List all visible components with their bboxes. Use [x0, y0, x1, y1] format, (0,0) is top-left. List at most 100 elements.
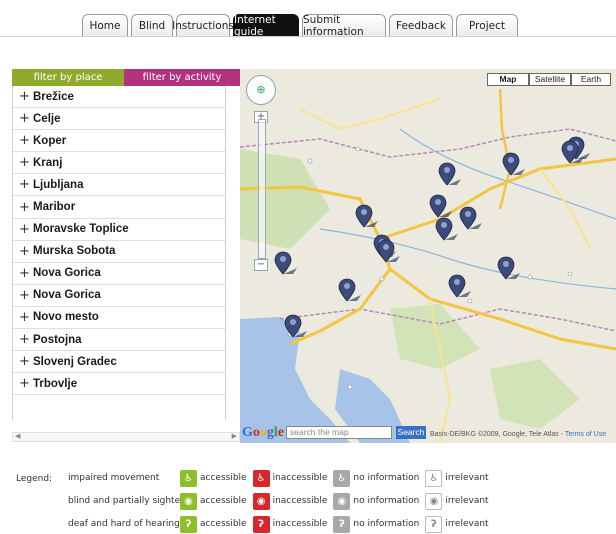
- expand-plus-icon[interactable]: +: [19, 133, 33, 148]
- map-search-input[interactable]: search the map: [286, 426, 392, 439]
- map-type-map-button[interactable]: Map: [487, 73, 529, 86]
- expand-plus-icon[interactable]: +: [19, 266, 33, 281]
- place-item[interactable]: + Postojna: [13, 329, 225, 352]
- filter-by-place-tab[interactable]: filter by place: [12, 69, 124, 86]
- tab-blind[interactable]: Blind: [131, 14, 173, 36]
- place-item[interactable]: + Brežice: [13, 86, 225, 109]
- ear-inaccessible-icon: ʔ: [252, 515, 270, 533]
- map-view[interactable]: ⊕ + − Map Satellite Earth Google search …: [240, 69, 616, 443]
- eye-irrelevant-icon: ◉: [425, 492, 443, 510]
- map-canvas: [240, 69, 616, 443]
- map-search-button[interactable]: Search: [396, 426, 426, 439]
- attribution-text: Basis-DE/BKG ©2009, Google, Tele Atlas -: [430, 431, 564, 438]
- tab-divider: [0, 36, 616, 37]
- google-logo: Google: [242, 425, 284, 440]
- tab-internet-guide[interactable]: Internet guide: [233, 14, 299, 38]
- legend-label: inaccessible: [272, 496, 328, 506]
- filter-by-activity-tab[interactable]: filter by activity: [124, 69, 240, 86]
- zoom-out-button[interactable]: −: [254, 259, 268, 271]
- expand-plus-icon[interactable]: +: [19, 222, 33, 237]
- place-name: Maribor: [33, 201, 76, 214]
- legend-label: accessible: [200, 496, 247, 506]
- legend-label: no information: [353, 473, 420, 483]
- legend-label: irrelevant: [445, 519, 489, 529]
- place-item[interactable]: + Moravske Toplice: [13, 219, 225, 241]
- place-name: Moravske Toplice: [33, 223, 129, 236]
- legend-category: deaf and hard of hearing: [68, 519, 180, 529]
- tab-project[interactable]: Project: [456, 14, 518, 36]
- ear-accessible-icon: ʔ: [180, 515, 197, 533]
- place-name: Novo mesto: [33, 311, 99, 324]
- scroll-left-arrow-icon[interactable]: ◀: [15, 432, 20, 440]
- expand-plus-icon[interactable]: +: [19, 244, 33, 259]
- expand-plus-icon[interactable]: +: [19, 332, 33, 347]
- ear-irrelevant-icon: ʔ: [425, 515, 443, 533]
- legend-category: blind and partially sighted: [68, 496, 186, 506]
- legend-row-hearing: deaf and hard of hearing ʔ accessible ʔ in…: [68, 515, 495, 533]
- expand-plus-icon[interactable]: +: [19, 200, 33, 215]
- place-item[interactable]: + Ljubljana: [13, 174, 225, 197]
- legend-title: Legend:: [16, 474, 53, 484]
- place-name: Ljubljana: [33, 178, 84, 191]
- legend-label: accessible: [200, 519, 247, 529]
- tab-submit-information[interactable]: Submit information: [302, 14, 386, 38]
- place-item[interactable]: + Nova Gorica: [13, 285, 225, 307]
- map-type-satellite-button[interactable]: Satellite: [529, 73, 571, 86]
- wheelchair-inaccessible-icon: ♿: [252, 469, 270, 487]
- place-item[interactable]: + Novo mesto: [13, 307, 225, 330]
- expand-plus-icon[interactable]: +: [19, 354, 33, 369]
- expand-plus-icon[interactable]: +: [19, 177, 33, 192]
- expand-plus-icon[interactable]: +: [19, 376, 33, 391]
- place-name: Nova Gorica: [33, 267, 101, 280]
- legend-label: no information: [353, 519, 420, 529]
- place-item[interactable]: + Koper: [13, 130, 225, 153]
- terms-of-use-link[interactable]: Terms of Use: [565, 431, 606, 438]
- place-item[interactable]: + Slovenj Gradec: [13, 351, 225, 374]
- list-horizontal-scrollbar[interactable]: ◀ ▶: [12, 432, 240, 442]
- tab-instructions[interactable]: Instructions: [172, 14, 234, 36]
- eye-inaccessible-icon: ◉: [252, 492, 270, 510]
- expand-plus-icon[interactable]: +: [19, 89, 33, 104]
- place-name: Brežice: [33, 90, 74, 103]
- place-item[interactable]: + Kranj: [13, 152, 225, 175]
- wheelchair-no-information-icon: ♿: [333, 469, 351, 487]
- scroll-right-arrow-icon[interactable]: ▶: [232, 432, 237, 440]
- ear-no-information-icon: ʔ: [333, 515, 351, 533]
- legend-label: no information: [353, 496, 420, 506]
- map-type-earth-button[interactable]: Earth: [571, 73, 611, 86]
- wheelchair-accessible-icon: ♿: [180, 469, 197, 487]
- legend-category: impaired movement: [68, 473, 160, 483]
- place-item[interactable]: + Celje: [13, 108, 225, 131]
- legend-label: inaccessible: [272, 473, 328, 483]
- eye-accessible-icon: ◉: [180, 492, 197, 510]
- map-attribution: Basis-DE/BKG ©2009, Google, Tele Atlas -…: [430, 431, 606, 438]
- place-name: Koper: [33, 134, 67, 147]
- place-item[interactable]: + Maribor: [13, 196, 225, 219]
- place-name: Postojna: [33, 333, 82, 346]
- legend-label: accessible: [200, 473, 247, 483]
- legend-row-mobility: impaired movement ♿ accessible ♿ inaccessi…: [68, 469, 495, 487]
- place-name: Slovenj Gradec: [33, 355, 117, 368]
- place-item[interactable]: + Trbovlje: [13, 373, 225, 396]
- place-item[interactable]: + Murska Sobota: [13, 241, 225, 263]
- expand-plus-icon[interactable]: +: [19, 155, 33, 170]
- expand-plus-icon[interactable]: +: [19, 310, 33, 325]
- place-name: Trbovlje: [33, 377, 78, 390]
- place-item[interactable]: + Nova Gorica: [13, 263, 225, 285]
- place-name: Murska Sobota: [33, 245, 116, 258]
- tab-feedback[interactable]: Feedback: [389, 14, 453, 36]
- legend-row-vision: blind and partially sighted ◉ accessible …: [68, 492, 495, 510]
- eye-no-information-icon: ◉: [333, 492, 351, 510]
- main-tab-bar: Home Blind Instructions Internet guide S…: [82, 14, 521, 38]
- place-name: Nova Gorica: [33, 289, 101, 302]
- place-name: Kranj: [33, 156, 63, 169]
- expand-plus-icon[interactable]: +: [19, 288, 33, 303]
- zoom-slider[interactable]: [258, 119, 266, 259]
- expand-plus-icon[interactable]: +: [19, 111, 33, 126]
- wheelchair-irrelevant-icon: ♿: [425, 469, 443, 487]
- tab-home[interactable]: Home: [82, 14, 128, 36]
- place-name: Celje: [33, 112, 61, 125]
- legend-label: irrelevant: [445, 473, 489, 483]
- legend-label: irrelevant: [445, 496, 489, 506]
- map-pan-control[interactable]: ⊕: [246, 75, 276, 105]
